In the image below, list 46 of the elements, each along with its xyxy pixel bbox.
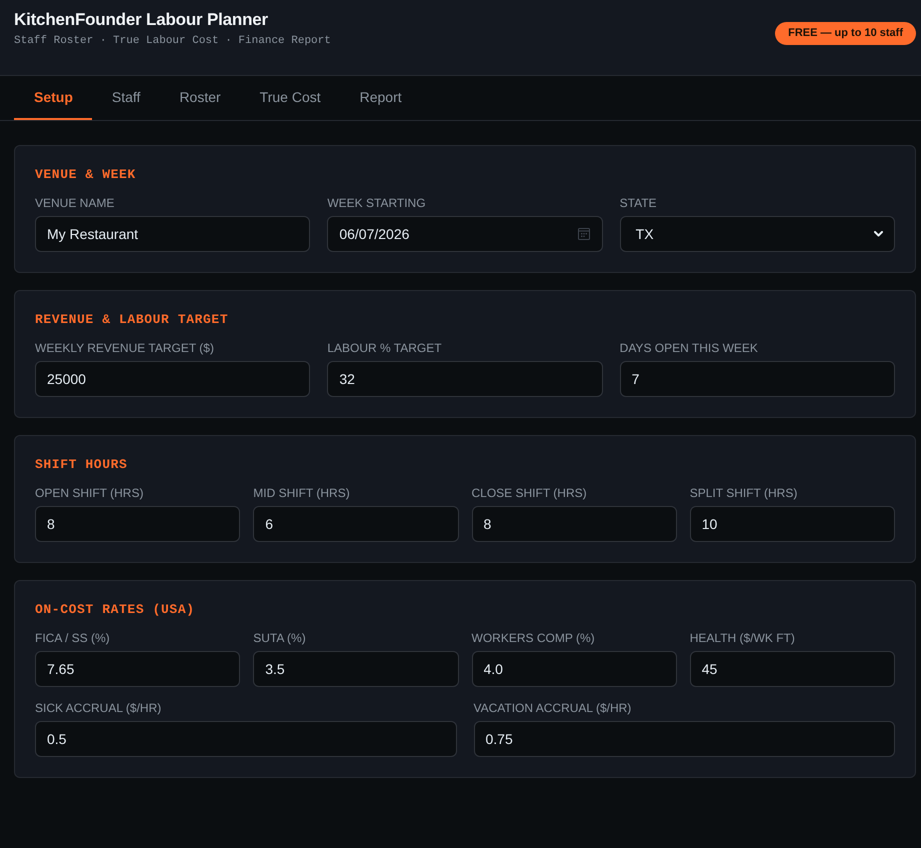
input-field[interactable]: 4.0 (472, 651, 677, 687)
input-field[interactable]: 32 (327, 361, 603, 397)
field-label: WEEKLY REVENUE TARGET ($) (35, 340, 215, 356)
section-title: REVENUE & LABOUR TARGET (35, 312, 230, 328)
field-label: SUTA (%) (253, 630, 307, 646)
field-label: LABOUR % TARGET (327, 340, 443, 356)
field-label: VENUE NAME (35, 195, 116, 211)
field-label: OPEN SHIFT (HRS) (35, 485, 144, 501)
tab[interactable]: Roster (159, 76, 240, 120)
field-label: SPLIT SHIFT (HRS) (690, 485, 798, 501)
section-title: VENUE & WEEK (35, 167, 137, 183)
input-field[interactable]: 7.65 (35, 651, 240, 687)
field-label: MID SHIFT (HRS) (253, 485, 351, 501)
tab[interactable]: Setup (14, 76, 92, 120)
plan-badge: FREE — up to 10 staff (775, 22, 916, 45)
section-title: SHIFT HOURS (35, 457, 128, 473)
app-subtitle: Staff Roster · True Labour Cost · Finance Report (14, 34, 331, 48)
field-label: SICK ACCRUAL ($/HR) (35, 700, 162, 716)
field-label: WORKERS COMP (%) (472, 630, 596, 646)
input-field[interactable]: 8 (472, 506, 677, 542)
input-field[interactable]: 6 (253, 506, 458, 542)
app-title: KitchenFounder Labour Planner (14, 10, 269, 30)
field-label: DAYS OPEN THIS WEEK (620, 340, 759, 356)
field-label: STATE (620, 195, 658, 211)
input-field[interactable]: 0.5 (35, 721, 456, 757)
date-field[interactable]: 06/07/2026 (327, 216, 603, 252)
input-field[interactable]: 0.75 (474, 721, 895, 757)
field-label: HEALTH ($/WK FT) (690, 630, 796, 646)
input-field[interactable]: 3.5 (253, 651, 458, 687)
chevron-down-icon (874, 231, 883, 237)
field-label: WEEK STARTING (327, 195, 427, 211)
select-field[interactable]: TX (620, 216, 895, 252)
tab[interactable]: Staff (92, 76, 160, 120)
input-field[interactable]: 45 (690, 651, 895, 687)
tab[interactable]: True Cost (240, 76, 340, 120)
field-label: CLOSE SHIFT (HRS) (472, 485, 588, 501)
input-field[interactable]: 25000 (35, 361, 310, 397)
input-field[interactable]: 10 (690, 506, 895, 542)
field-label: FICA / SS (%) (35, 630, 111, 646)
input-field[interactable]: 8 (35, 506, 240, 542)
input-field[interactable]: 7 (620, 361, 895, 397)
calendar-icon (578, 228, 590, 240)
input-field[interactable]: My Restaurant (35, 216, 310, 252)
tab[interactable]: Report (340, 76, 421, 120)
section-title: ON-COST RATES (USA) (35, 602, 196, 618)
field-label: VACATION ACCRUAL ($/HR) (474, 700, 632, 716)
